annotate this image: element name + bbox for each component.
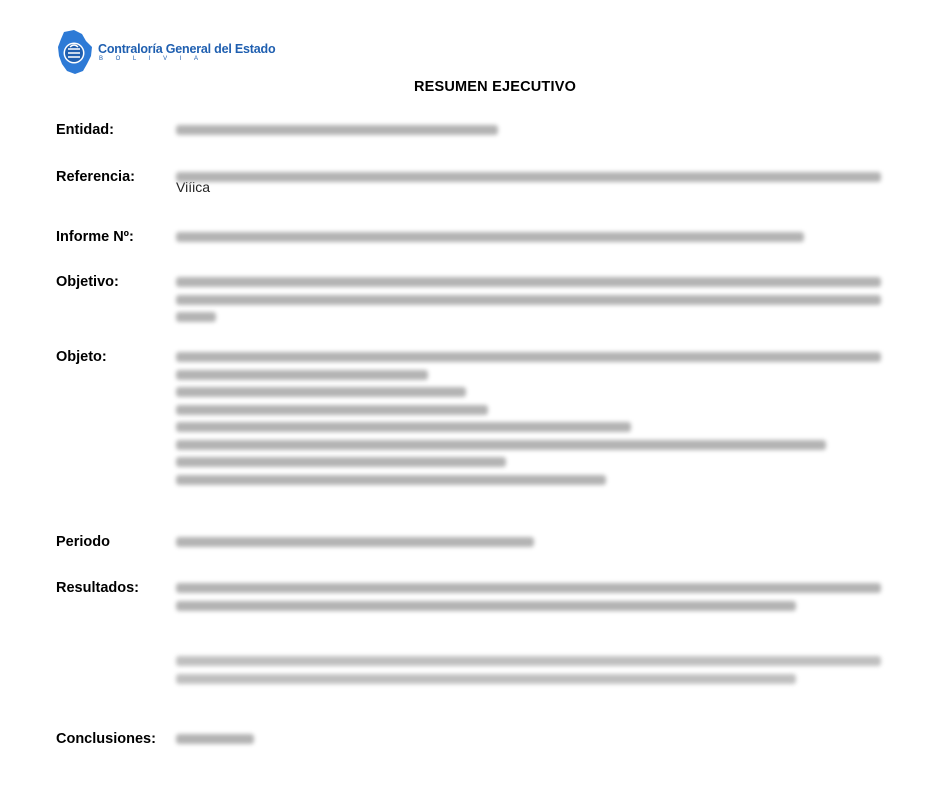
objeto-value-redacted [176,352,881,492]
informe-value-redacted [176,232,881,250]
document-page: Contraloría General del Estado BOLIVIA R… [0,0,937,811]
cge-logo: Contraloría General del Estado BOLIVIA [56,29,276,75]
periodo-label: Periodo [56,534,110,550]
referencia-value-redacted: Viíica [176,172,881,196]
objetivo-value-redacted [176,277,881,330]
resultados-label: Resultados: [56,580,139,596]
entidad-label: Entidad: [56,122,114,138]
bolivia-map-logo-icon [58,30,92,74]
informe-label: Informe Nº: [56,229,134,245]
conclusiones-label: Conclusiones: [56,731,156,747]
page-title: RESUMEN EJECUTIVO [413,79,577,95]
periodo-value-redacted [176,537,881,555]
objeto-label: Objeto: [56,349,107,365]
logo-org-name: Contraloría General del Estado [98,41,276,56]
objetivo-label: Objetivo: [56,274,119,290]
logo-country: BOLIVIA [99,55,211,62]
referencia-label: Referencia: [56,169,135,185]
entidad-value-redacted [176,125,881,143]
resultados-value-redacted [176,583,881,691]
conclusiones-value-redacted [176,734,881,752]
